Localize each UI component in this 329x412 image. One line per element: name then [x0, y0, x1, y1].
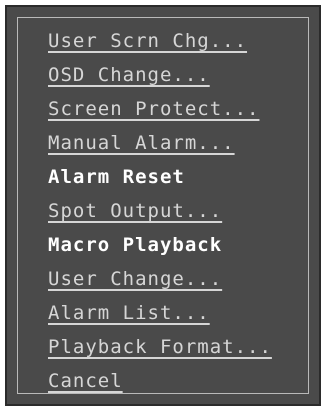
menu-item-macro-playback[interactable]: Macro Playback — [48, 228, 272, 262]
menu-item-user-scrn-chg[interactable]: User Scrn Chg... — [48, 24, 272, 58]
menu-item-playback-format[interactable]: Playback Format... — [48, 330, 272, 364]
menu-item-manual-alarm[interactable]: Manual Alarm... — [48, 126, 272, 160]
menu-item-cancel[interactable]: Cancel — [48, 364, 272, 398]
menu-item-alarm-reset[interactable]: Alarm Reset — [48, 160, 272, 194]
popup-menu: User Scrn Chg... OSD Change... Screen Pr… — [5, 5, 321, 406]
menu-item-osd-change[interactable]: OSD Change... — [48, 58, 272, 92]
menu-list: User Scrn Chg... OSD Change... Screen Pr… — [48, 24, 272, 398]
menu-item-screen-protect[interactable]: Screen Protect... — [48, 92, 272, 126]
menu-item-spot-output[interactable]: Spot Output... — [48, 194, 272, 228]
menu-item-user-change[interactable]: User Change... — [48, 262, 272, 296]
menu-item-alarm-list[interactable]: Alarm List... — [48, 296, 272, 330]
